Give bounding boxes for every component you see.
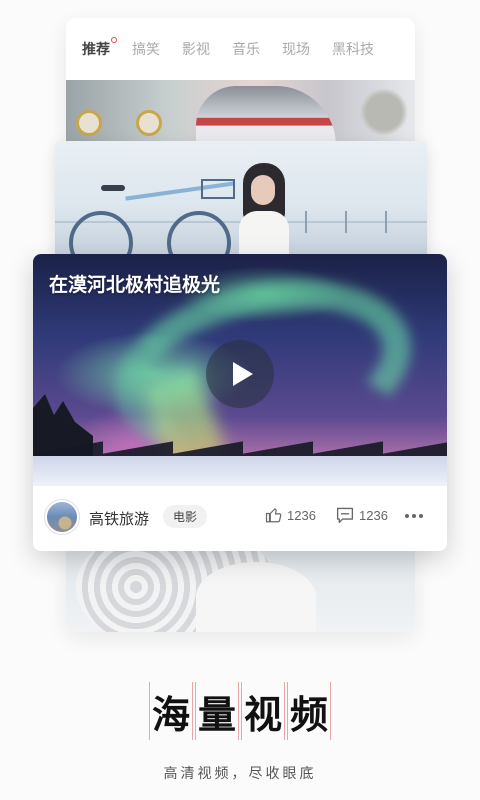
fence-post <box>345 211 347 233</box>
comment-count: 1236 <box>359 507 388 523</box>
bird-thumbnail[interactable] <box>66 542 415 632</box>
tab-funny[interactable]: 搞笑 <box>132 39 160 59</box>
video-thumbnail[interactable]: 在漠河北极村追极光 <box>33 254 447 486</box>
slogan-title: 海 量 视 频 <box>0 682 480 740</box>
fence-post <box>385 211 387 233</box>
like-button[interactable]: 1236 <box>265 506 316 524</box>
slogan-char: 量 <box>195 682 239 740</box>
girl-face <box>251 175 275 205</box>
passenger-figure <box>136 110 162 136</box>
slogan-char: 海 <box>149 682 193 740</box>
tab-film[interactable]: 影视 <box>182 39 210 59</box>
thumbs-up-icon <box>265 508 282 523</box>
new-dot-icon <box>111 37 117 43</box>
slogan-char: 频 <box>287 682 331 740</box>
tab-label: 音乐 <box>232 41 260 57</box>
snow-ground-image <box>33 456 447 486</box>
dot <box>419 514 423 518</box>
slogan-char: 视 <box>241 682 285 740</box>
comment-button[interactable]: 1236 <box>335 506 388 524</box>
dot <box>405 514 409 518</box>
passenger-figure <box>76 110 102 136</box>
bike-girl-thumbnail[interactable] <box>55 141 427 261</box>
tab-label: 推荐 <box>82 41 110 57</box>
video-info-bar: 高铁旅游 电影 1236 1236 <box>33 486 447 551</box>
tab-label: 现场 <box>282 41 310 57</box>
tab-recommend[interactable]: 推荐 <box>82 37 117 59</box>
tab-label: 黑科技 <box>332 41 374 57</box>
category-tag[interactable]: 电影 <box>163 505 208 528</box>
tab-label: 影视 <box>182 41 210 57</box>
tab-music[interactable]: 音乐 <box>232 39 260 59</box>
dot <box>412 514 416 518</box>
featured-video-card[interactable]: 在漠河北极村追极光 高铁旅游 电影 1236 1236 <box>33 254 447 551</box>
category-tabs: 推荐 搞笑 影视 音乐 现场 黑科技 <box>66 18 415 80</box>
bike-seat <box>101 185 125 191</box>
more-options-icon[interactable] <box>405 514 426 518</box>
comment-icon <box>336 507 354 524</box>
bike-basket <box>201 179 235 199</box>
tab-live[interactable]: 现场 <box>282 39 310 59</box>
channel-name[interactable]: 高铁旅游 <box>89 508 149 529</box>
play-icon[interactable] <box>206 340 274 408</box>
tab-label: 搞笑 <box>132 41 160 57</box>
like-count: 1236 <box>287 507 316 523</box>
video-title: 在漠河北极村追极光 <box>49 275 221 296</box>
bird-head-image <box>196 562 316 632</box>
slogan-subtitle: 高清视频，尽收眼底 <box>163 765 317 781</box>
tab-tech[interactable]: 黑科技 <box>332 39 374 59</box>
fence-post <box>305 211 307 233</box>
channel-avatar[interactable] <box>45 500 79 534</box>
